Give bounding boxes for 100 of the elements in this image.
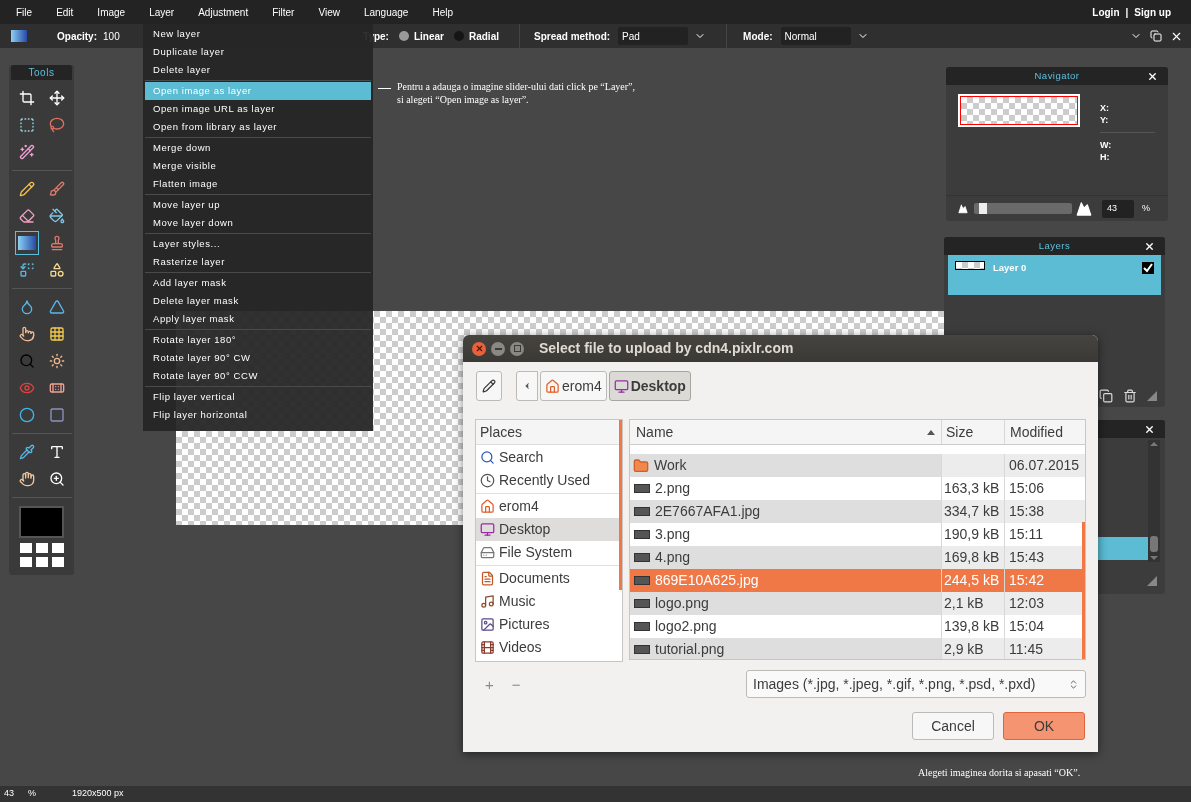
menu-option[interactable]: Apply layer mask (145, 310, 371, 328)
file-row[interactable]: logo.png 2,1 kB 12:03 (630, 592, 1085, 615)
zoom-out-icon[interactable] (958, 203, 968, 214)
file-row[interactable]: tutorial.png 2,9 kB 11:45 (630, 638, 1085, 659)
menu-item[interactable]: File (16, 4, 33, 20)
menu-item[interactable]: Adjustment (198, 4, 249, 20)
place-item[interactable]: Recently Used (476, 469, 622, 492)
slider-thumb[interactable] (978, 203, 987, 214)
menu-option[interactable]: Rotate layer 90° CCW (145, 367, 371, 385)
resize-icon[interactable] (1147, 391, 1157, 401)
opacity-label: Opacity: (57, 29, 97, 44)
path-button[interactable]: Desktop (608, 371, 691, 401)
menu-option[interactable]: Flip layer horizontal (145, 406, 371, 424)
menu-option[interactable]: Merge visible (145, 157, 371, 175)
edit-path-button[interactable] (476, 371, 502, 401)
annotation-text: Alegeti imaginea dorita si apasati “OK”. (918, 766, 1081, 780)
menu-option[interactable]: Move layer up (145, 196, 371, 214)
file-name: tutorial.png (655, 640, 725, 659)
column-header[interactable]: Modified (1005, 420, 1085, 444)
column-header[interactable]: Name (630, 420, 942, 444)
trash-icon[interactable] (1123, 389, 1137, 403)
menu-option[interactable]: Add layer mask (145, 274, 371, 292)
radio-button[interactable] (398, 31, 409, 41)
signup-link[interactable]: Sign up (1134, 4, 1171, 20)
menu-option[interactable]: Rotate layer 90° CW (145, 349, 371, 367)
zoom-in-icon[interactable] (1076, 200, 1092, 217)
path-button[interactable]: erom4 (540, 371, 607, 401)
file-date: 15:04 (1009, 617, 1045, 636)
folder-icon (633, 457, 649, 474)
minimize-button[interactable] (491, 341, 505, 356)
drive-icon (480, 545, 495, 560)
mode-select[interactable]: Normal (780, 27, 851, 45)
menu-option[interactable]: Layer styles... (145, 235, 371, 253)
radio-label: Linear (413, 29, 444, 44)
file-size: 169,8 kB (944, 548, 1000, 567)
scrollbar[interactable] (1082, 522, 1085, 659)
radio-button[interactable] (453, 31, 464, 41)
menu-item[interactable]: Image (97, 4, 126, 20)
menu-option[interactable]: Move layer down (145, 214, 371, 232)
document-icon (480, 571, 495, 586)
menu-item[interactable]: Help (432, 4, 453, 20)
opacity-field[interactable]: 100 (103, 28, 133, 44)
menu-option[interactable]: Duplicate layer (145, 43, 371, 61)
new-layer-icon[interactable] (1099, 389, 1113, 403)
column-header[interactable]: Size (942, 420, 1005, 444)
annotation-text: Pentru a adauga o imagine slider-ului dati click pe “Layer”, si alegeti “Open image as layer”. (397, 80, 636, 106)
menu-item[interactable]: View (318, 4, 340, 20)
menu-option[interactable]: Delete layer mask (145, 292, 371, 310)
close-icon[interactable] (1144, 241, 1155, 252)
menu-option[interactable]: Rasterize layer (145, 253, 371, 271)
menu-option[interactable]: Flip layer vertical (145, 388, 371, 406)
close-icon (474, 344, 484, 353)
maximize-icon (513, 345, 521, 352)
menu-option[interactable]: Flatten image (145, 175, 371, 193)
place-item[interactable]: erom4 (476, 495, 622, 518)
maximize-button[interactable] (510, 341, 524, 356)
cancel-button[interactable]: Cancel (912, 712, 994, 740)
swatch-grid-icon[interactable] (19, 543, 64, 567)
menu-option[interactable]: Open from library as layer (145, 118, 371, 136)
place-item[interactable]: File System (476, 541, 622, 564)
close-button[interactable] (472, 341, 486, 356)
spread-select[interactable]: Pad (618, 27, 689, 45)
file-row[interactable]: 2E7667AFA1.jpg 334,7 kB 15:38 (630, 500, 1085, 523)
close-icon[interactable] (1144, 424, 1155, 435)
visibility-checkbox[interactable] (1142, 262, 1154, 274)
menu-item[interactable]: Layer (149, 4, 175, 20)
file-row[interactable]: 4.png 169,8 kB 15:43 (630, 546, 1085, 569)
scrollbar[interactable] (1148, 440, 1160, 562)
resize-icon[interactable] (1147, 576, 1157, 586)
restore-icon[interactable] (1150, 30, 1162, 42)
place-item[interactable]: Videos (476, 636, 622, 659)
scrollbar[interactable] (619, 420, 622, 590)
login-link[interactable]: Login (1092, 4, 1120, 20)
place-item[interactable]: Search (476, 446, 622, 469)
menu-option[interactable]: Delete layer (145, 61, 371, 79)
gradient-tool[interactable] (14, 231, 39, 255)
file-row[interactable]: Work 06.07.2015 (630, 454, 1085, 477)
image-thumbnail (634, 576, 650, 585)
menu-option[interactable]: Open image URL as layer (145, 100, 371, 118)
menu-item[interactable]: Edit (56, 4, 74, 20)
file-name: 2E7667AFA1.jpg (655, 502, 761, 521)
zoom-field[interactable]: 43 (1102, 199, 1134, 218)
place-item[interactable]: Documents (476, 567, 622, 590)
navigator-preview[interactable] (958, 94, 1080, 127)
menu-option[interactable]: Rotate layer 180° (145, 331, 371, 349)
menu-item[interactable]: Language (363, 4, 409, 20)
file-type-select[interactable]: Images (*.jpg, *.jpeg, *.gif, *.png, *.psd, *.pxd) (746, 670, 1086, 698)
place-item[interactable]: Pictures (476, 613, 622, 636)
home-icon (480, 499, 495, 514)
menu-option[interactable]: Merge down (145, 139, 371, 157)
close-icon[interactable] (1147, 71, 1158, 82)
ok-button[interactable]: OK (1003, 712, 1085, 740)
place-item[interactable]: Desktop (476, 518, 622, 541)
zoom-slider[interactable] (974, 203, 1072, 214)
place-item[interactable]: Music (476, 590, 622, 613)
image-thumbnail (634, 645, 650, 654)
menu-item[interactable]: Filter (272, 4, 295, 20)
color-swatch[interactable] (19, 506, 64, 538)
zoom-unit: % (28, 787, 37, 801)
column-header[interactable]: Places (476, 420, 622, 445)
